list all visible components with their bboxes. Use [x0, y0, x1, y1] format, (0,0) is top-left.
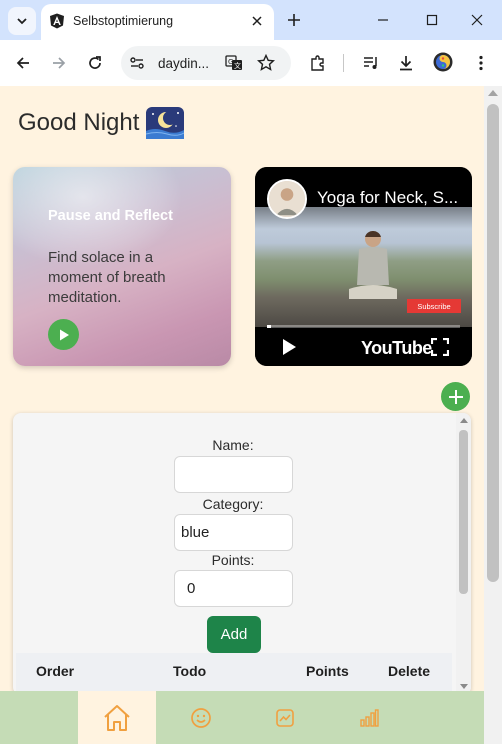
reflect-title: Pause and Reflect — [48, 208, 173, 224]
angular-logo-icon — [50, 13, 64, 29]
bookmark-star-icon[interactable] — [257, 54, 275, 72]
nav-stats[interactable] — [330, 691, 408, 744]
nav-home[interactable] — [78, 691, 156, 744]
channel-avatar[interactable] — [267, 179, 307, 219]
site-settings-icon[interactable] — [129, 55, 145, 71]
yoga-person-figure — [349, 230, 397, 299]
chevron-down-icon — [17, 18, 27, 25]
page-scrollbar[interactable] — [484, 86, 502, 744]
moon-night-emoji-icon — [146, 107, 185, 139]
arrow-right-icon — [53, 57, 66, 69]
name-input[interactable] — [174, 456, 293, 493]
more-vertical-icon — [479, 55, 483, 71]
play-meditation-button[interactable] — [48, 319, 79, 350]
svg-text:文: 文 — [234, 61, 241, 70]
subscribe-badge[interactable]: Subscribe — [407, 299, 461, 313]
page-content: Good Night Pause and Reflect Find solace… — [0, 86, 484, 744]
close-icon — [471, 14, 483, 26]
nav-trends[interactable] — [246, 691, 324, 744]
reload-button[interactable] — [83, 51, 107, 75]
back-button[interactable] — [11, 51, 35, 75]
tab-title: Selbstoptimierung — [73, 14, 174, 28]
points-input[interactable] — [174, 570, 293, 607]
video-controls: YouTube — [255, 328, 472, 366]
browser-toolbar: daydin... G文 — [0, 40, 502, 86]
add-button[interactable]: Add — [207, 616, 261, 653]
bar-chart-icon — [360, 708, 379, 727]
tab-close-button[interactable] — [248, 12, 266, 30]
todo-form-card: Name: Category: Points: Add Order Todo P… — [13, 413, 471, 695]
video-title[interactable]: Yoga for Neck, S... — [317, 188, 467, 208]
media-controls-button[interactable] — [359, 51, 383, 75]
column-order[interactable]: Order — [36, 663, 74, 679]
home-icon — [104, 704, 130, 731]
greeting-header: Good Night — [18, 106, 185, 140]
reflect-card[interactable]: Pause and Reflect Find solace in a momen… — [13, 167, 231, 366]
subscribe-label: Subscribe — [417, 301, 451, 311]
browser-titlebar: Selbstoptimierung — [0, 0, 502, 40]
youtube-video-embed[interactable]: Yoga for Neck, S... Subscribe YouTube — [255, 167, 472, 366]
fullscreen-icon[interactable] — [431, 338, 449, 356]
translate-icon[interactable]: G文 — [225, 54, 243, 72]
play-icon — [59, 329, 69, 340]
forward-button[interactable] — [47, 51, 71, 75]
downloads-button[interactable] — [394, 51, 418, 75]
form-scrollbar[interactable] — [456, 413, 471, 695]
youtube-logo[interactable]: YouTube — [361, 338, 432, 359]
minimize-icon — [378, 19, 388, 21]
points-label: Points: — [211, 552, 255, 568]
add-todo-fab[interactable] — [441, 382, 470, 411]
scroll-up-arrow[interactable] — [488, 90, 498, 96]
new-tab-button[interactable] — [283, 9, 305, 31]
plus-icon — [448, 389, 463, 404]
music-queue-icon — [364, 57, 377, 69]
plus-icon — [288, 14, 300, 26]
extensions-button[interactable] — [306, 51, 330, 75]
browser-tab-active[interactable]: Selbstoptimierung — [41, 4, 274, 40]
column-todo[interactable]: Todo — [173, 663, 206, 679]
reflect-description: Find solace in a moment of breath medita… — [48, 249, 166, 306]
add-button-label: Add — [220, 626, 248, 643]
profile-avatar[interactable] — [433, 52, 453, 72]
column-delete[interactable]: Delete — [388, 663, 430, 679]
category-input[interactable] — [174, 514, 293, 551]
todo-table-header — [16, 653, 452, 695]
chart-line-icon — [276, 708, 294, 727]
smiley-icon — [191, 707, 211, 728]
column-points[interactable]: Points — [306, 663, 349, 679]
greeting-text: Good Night — [18, 109, 140, 136]
page-scroll-thumb[interactable] — [487, 104, 499, 582]
scroll-down-arrow[interactable] — [460, 684, 468, 689]
puzzle-icon — [311, 55, 324, 71]
address-bar[interactable]: daydin... G文 — [121, 46, 291, 80]
toolbar-divider — [343, 54, 344, 72]
browser-menu-button[interactable] — [469, 51, 493, 75]
form-scroll-thumb[interactable] — [459, 430, 468, 594]
name-label: Name: — [212, 437, 254, 453]
reload-icon — [89, 56, 101, 69]
download-icon — [400, 56, 412, 71]
play-icon[interactable] — [280, 338, 298, 356]
minimize-button[interactable] — [372, 9, 394, 31]
scroll-up-arrow[interactable] — [460, 418, 468, 423]
arrow-left-icon — [16, 57, 29, 69]
nav-mood[interactable] — [162, 691, 240, 744]
window-close-button[interactable] — [466, 9, 488, 31]
maximize-icon — [426, 14, 438, 26]
url-text: daydin... — [158, 56, 210, 71]
svg-text:G: G — [228, 58, 233, 66]
bottom-navigation — [0, 691, 484, 744]
category-label: Category: — [202, 496, 264, 512]
close-icon — [252, 16, 262, 26]
maximize-button[interactable] — [421, 9, 443, 31]
tab-search-button[interactable] — [8, 7, 36, 35]
